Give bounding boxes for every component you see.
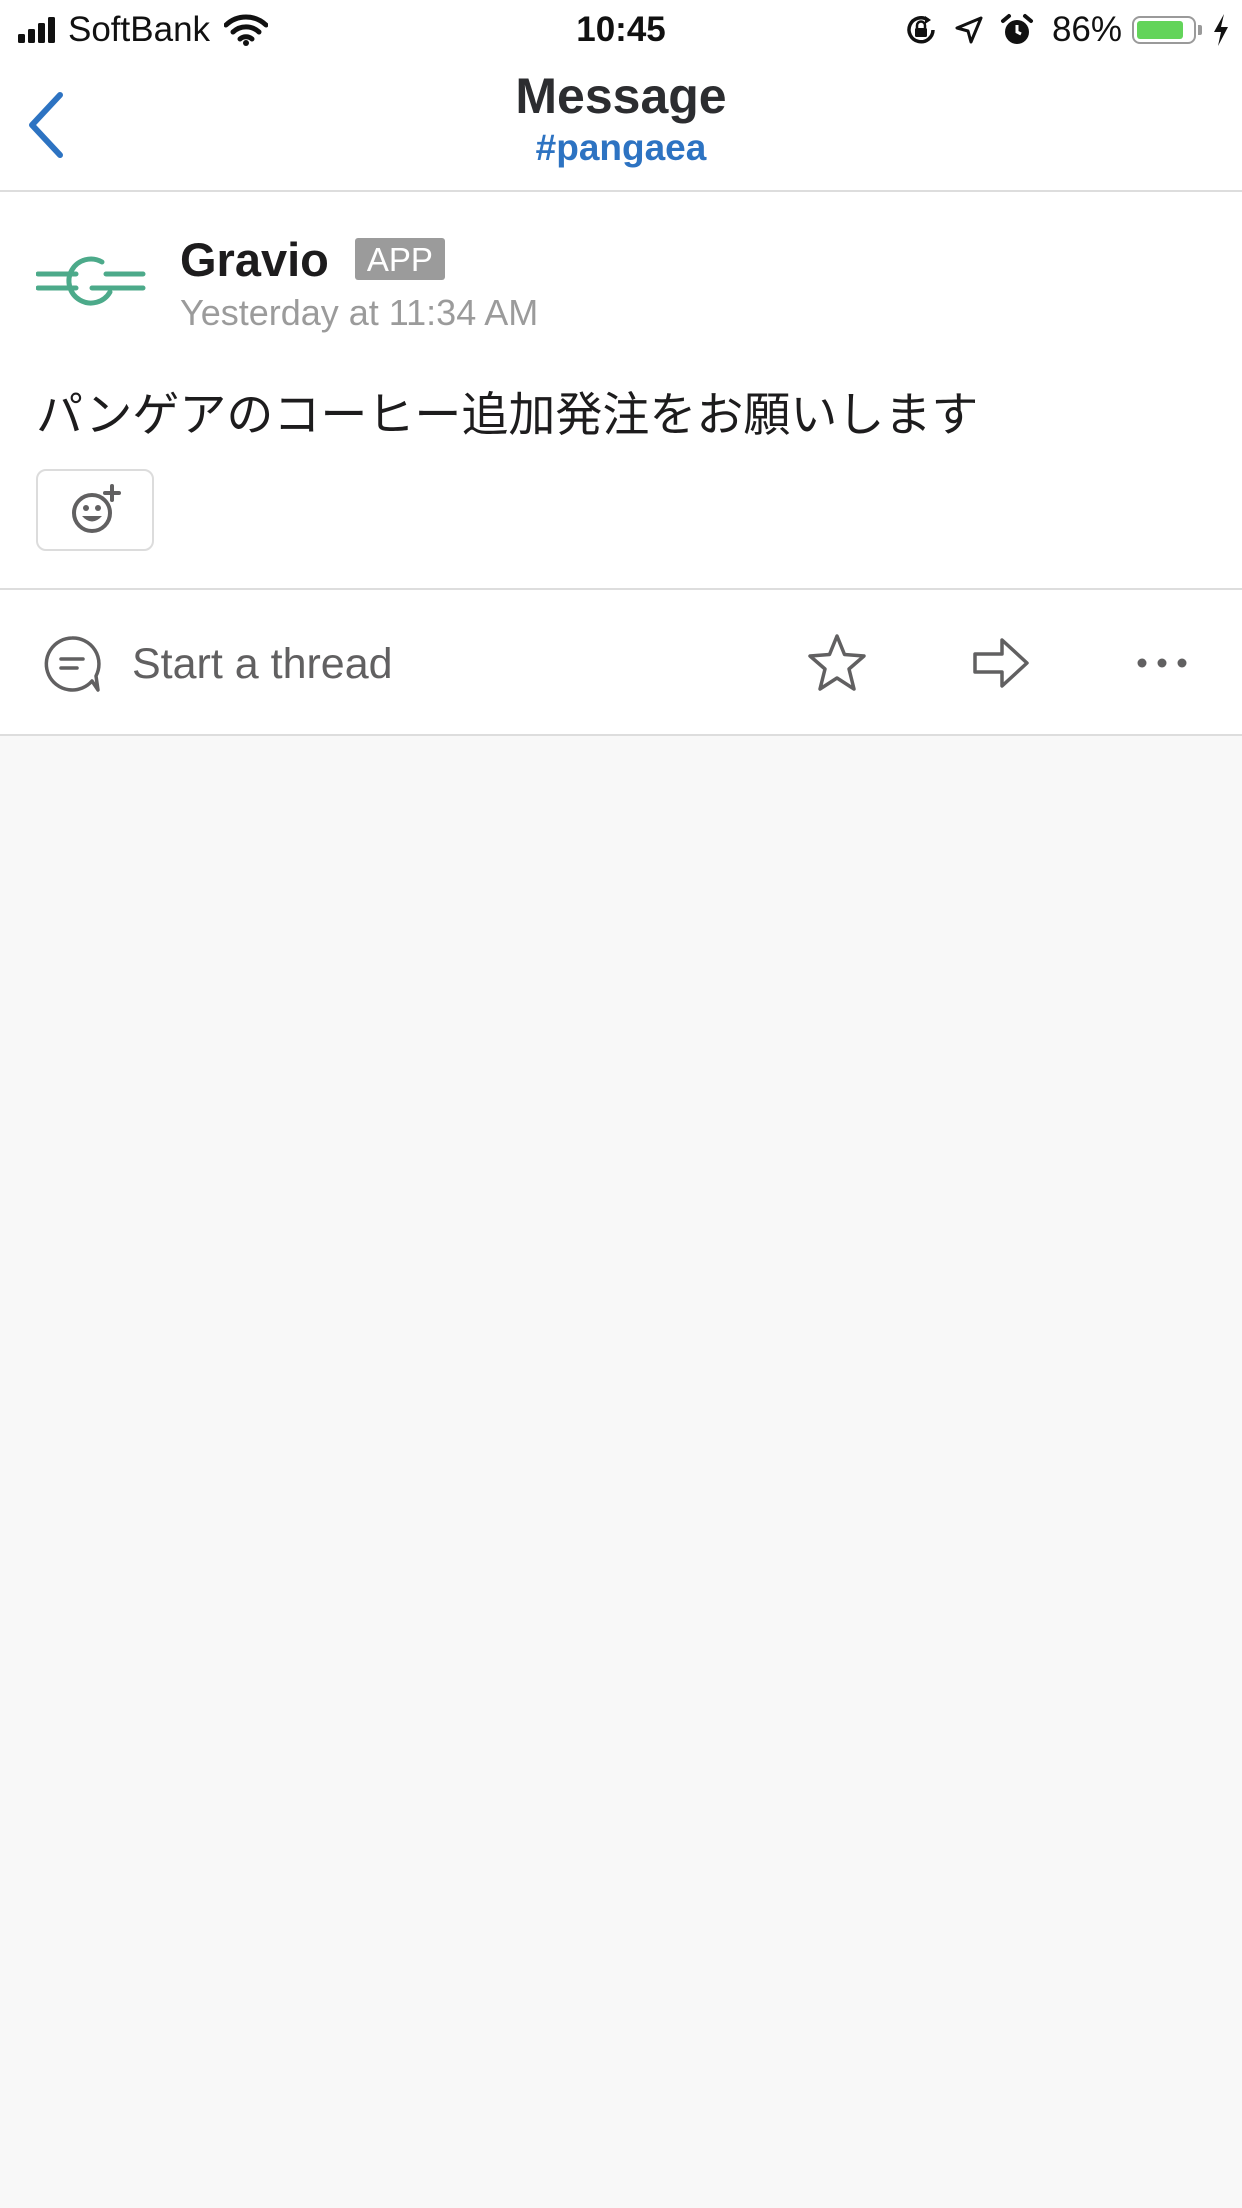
more-icon[interactable] xyxy=(1132,632,1192,694)
message-actions: Start a thread xyxy=(0,590,1242,736)
battery-icon xyxy=(1132,16,1196,44)
add-reaction-icon xyxy=(72,484,121,533)
location-icon xyxy=(954,15,984,45)
battery-level xyxy=(1137,21,1184,39)
thread-icon[interactable] xyxy=(42,634,102,694)
battery-percent: 86% xyxy=(1051,10,1122,49)
message-text: パンゲアのコーヒー追加発注をお願いします xyxy=(36,388,979,441)
rotation-lock-icon xyxy=(904,13,938,47)
status-right: 86% xyxy=(888,8,1230,52)
add-reaction-button[interactable] xyxy=(36,469,154,551)
sender-row: Gravio APP xyxy=(180,230,445,288)
gravio-logo xyxy=(35,256,146,306)
start-thread-button[interactable]: Start a thread xyxy=(132,634,393,694)
message-item: Gravio APP Yesterday at 11:34 AM パンゲアのコー… xyxy=(0,192,1242,590)
star-icon[interactable] xyxy=(806,632,868,694)
battery-nub xyxy=(1198,25,1202,35)
app-badge: APP xyxy=(354,238,445,280)
sender-name[interactable]: Gravio xyxy=(180,232,329,287)
alarm-icon xyxy=(1000,13,1034,47)
empty-content-area xyxy=(0,736,1242,2208)
page-title: Message xyxy=(515,68,727,124)
channel-link[interactable]: #pangaea xyxy=(0,126,1242,170)
charging-icon xyxy=(1212,13,1230,47)
navigation-bar: Message #pangaea xyxy=(0,60,1242,192)
message-timestamp: Yesterday at 11:34 AM xyxy=(180,292,539,333)
status-bar: SoftBank 10:45 86% xyxy=(0,0,1242,60)
share-icon[interactable] xyxy=(970,632,1032,694)
avatar[interactable] xyxy=(35,252,146,322)
